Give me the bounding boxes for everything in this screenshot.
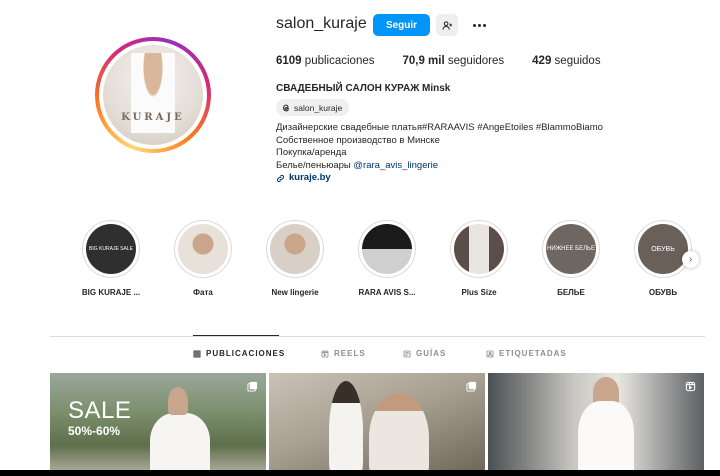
- highlight-label: ОБУВЬ: [648, 288, 678, 297]
- highlight-cover: НИЖНЕЕ БЕЛЬЕ: [546, 224, 596, 274]
- add-person-icon: [441, 20, 452, 30]
- highlight-cover-text: ОБУВЬ: [651, 245, 675, 253]
- avatar-image: KURAJE: [103, 45, 203, 145]
- highlight-label: БЕЛЬЕ: [557, 288, 585, 297]
- tab-guides-label: GUÍAS: [416, 349, 447, 358]
- carousel-icon: [466, 381, 477, 392]
- followers-label: seguidores: [447, 55, 505, 67]
- highlight-label: Фата: [193, 288, 213, 297]
- tab-posts[interactable]: PUBLICACIONES: [193, 349, 285, 358]
- more-dot-icon: [472, 23, 476, 27]
- highlight-item[interactable]: RARA AVIS S...: [352, 220, 422, 297]
- more-options-button[interactable]: [468, 14, 490, 36]
- bio-mention-link[interactable]: @rara_avis_lingerie: [353, 160, 438, 171]
- avatar-inner: KURAJE: [99, 41, 207, 149]
- bio-line: Дизайнерские свадебные платья#RARAAVIS #…: [276, 122, 603, 133]
- highlight-ring: НИЖНЕЕ БЕЛЬЕ: [542, 220, 600, 278]
- threads-handle: salon_kuraje: [294, 102, 343, 113]
- post-figure-groom: [329, 381, 363, 476]
- chevron-right-icon: ›: [688, 254, 693, 265]
- highlight-cover: BIG KURAJE SALE: [86, 224, 136, 274]
- grid-icon: [193, 350, 201, 357]
- reels-icon: [321, 350, 329, 357]
- following-label: seguidos: [554, 55, 601, 67]
- profile-bio: Дизайнерские свадебные платья#RARAAVIS #…: [276, 122, 603, 185]
- bio-line: Покупка/аренда: [276, 147, 347, 159]
- post-figure-dress: [578, 401, 634, 476]
- website-link[interactable]: kuraje.by: [276, 172, 603, 185]
- more-dot-icon: [482, 23, 486, 27]
- bio-line: Собственное производство в Минске: [276, 134, 440, 146]
- followers-count: 70,9 mil: [402, 55, 445, 67]
- posts-count: 6109: [276, 55, 302, 67]
- suggested-users-button[interactable]: [436, 14, 458, 36]
- username: salon_kuraje: [276, 15, 367, 32]
- post-figure-bride: [369, 393, 429, 476]
- highlight-ring: ОБУВЬ: [634, 220, 692, 278]
- highlight-ring: [358, 220, 416, 278]
- tab-posts-label: PUBLICACIONES: [206, 349, 286, 358]
- post-thumbnail[interactable]: [488, 373, 704, 476]
- tag-icon: [486, 350, 494, 357]
- highlight-item[interactable]: Plus Size: [444, 220, 514, 297]
- tab-tagged-label: ETIQUETADAS: [499, 349, 567, 358]
- highlight-ring: BIG KURAJE SALE: [82, 220, 140, 278]
- highlight-cover: [454, 224, 504, 274]
- post-sale-title: SALE: [68, 397, 132, 424]
- highlight-label: New lingerie: [271, 288, 319, 297]
- highlight-label: RARA AVIS S...: [358, 288, 416, 297]
- bottom-bar: [0, 470, 720, 476]
- highlight-item[interactable]: New lingerie: [260, 220, 330, 297]
- highlight-cover: [178, 224, 228, 274]
- highlight-ring: [174, 220, 232, 278]
- post-sale-subtitle: 50%-60%: [68, 424, 121, 438]
- follow-button[interactable]: Seguir: [373, 14, 430, 36]
- link-icon: [276, 175, 285, 183]
- posts-label: publicaciones: [304, 55, 375, 67]
- highlight-label: BIG KURAJE ...: [81, 288, 141, 297]
- full-name: СВАДЕБНЫЙ САЛОН КУРАЖ Minsk: [276, 83, 451, 94]
- following-stat[interactable]: 429 seguidos: [532, 55, 600, 67]
- highlight-label: Plus Size: [461, 288, 497, 297]
- post-figure: [150, 413, 210, 476]
- following-count: 429: [532, 55, 552, 67]
- website-link-text: kuraje.by: [289, 172, 331, 184]
- post-figure-head: [168, 387, 188, 415]
- avatar-brand-text: KURAJE: [121, 112, 185, 123]
- story-highlights: BIG KURAJE SALE BIG KURAJE ... Фата New …: [76, 220, 716, 300]
- posts-stat: 6109 publicaciones: [276, 55, 374, 67]
- highlight-ring: [266, 220, 324, 278]
- post-thumbnail[interactable]: SALE 50%-60%: [50, 373, 266, 476]
- profile-avatar[interactable]: KURAJE: [95, 37, 211, 153]
- tab-reels-label: REELS: [334, 349, 366, 358]
- tab-reels[interactable]: REELS: [321, 349, 366, 358]
- highlights-next-button[interactable]: ›: [682, 251, 699, 268]
- carousel-icon: [247, 381, 258, 392]
- highlight-ring: [450, 220, 508, 278]
- highlight-cover-text: BIG KURAJE SALE: [89, 245, 133, 252]
- bio-line: Белье/пеньюары @rara_avis_lingerie: [276, 160, 603, 173]
- followers-stat[interactable]: 70,9 mil seguidores: [402, 55, 504, 67]
- reel-icon: [685, 381, 696, 392]
- highlight-cover: [270, 224, 320, 274]
- post-thumbnail[interactable]: [269, 373, 485, 476]
- more-dot-icon: [477, 23, 481, 27]
- highlight-item[interactable]: BIG KURAJE SALE BIG KURAJE ...: [76, 220, 146, 297]
- tab-guides[interactable]: GUÍAS: [403, 349, 446, 358]
- highlight-item[interactable]: НИЖНЕЕ БЕЛЬЕ БЕЛЬЕ: [536, 220, 606, 297]
- guide-icon: [403, 350, 411, 357]
- tabs-divider: [50, 336, 705, 337]
- bio-text: Белье/пеньюары: [276, 159, 354, 171]
- highlight-cover-text: НИЖНЕЕ БЕЛЬЕ: [546, 245, 595, 252]
- highlight-cover: [362, 224, 412, 274]
- active-tab-indicator: [193, 335, 279, 336]
- highlight-cover: ОБУВЬ: [638, 224, 688, 274]
- tab-tagged[interactable]: ETIQUETADAS: [486, 349, 567, 358]
- threads-badge[interactable]: salon_kuraje: [276, 99, 350, 116]
- profile-stats: 6109 publicaciones 70,9 mil seguidores 4…: [276, 55, 629, 67]
- highlight-item[interactable]: Фата: [168, 220, 238, 297]
- threads-icon: [282, 104, 289, 111]
